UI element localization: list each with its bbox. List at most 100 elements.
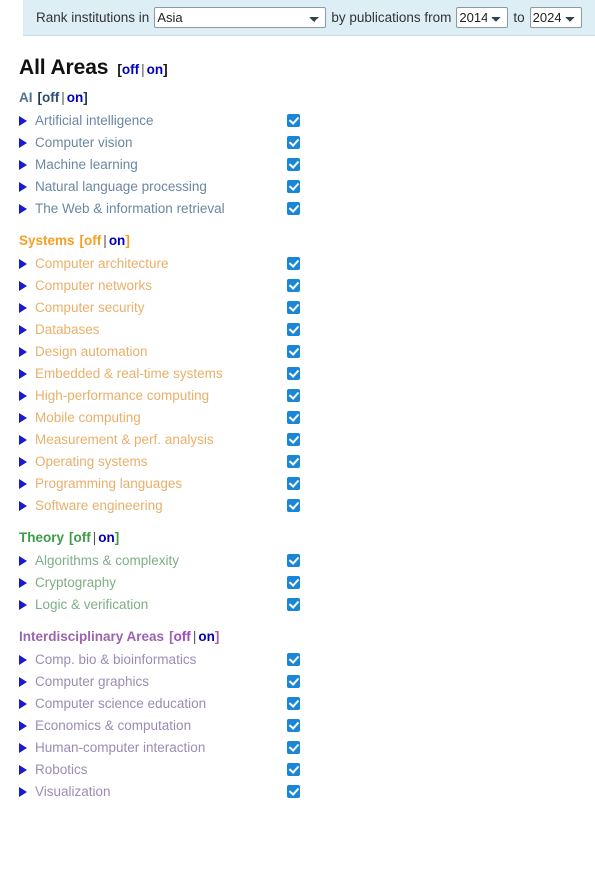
expand-triangle-icon[interactable] [19, 578, 27, 588]
to-year-select[interactable]: 2014201520162017201820192020202120222023… [529, 7, 582, 28]
area-label[interactable]: Computer graphics [35, 671, 149, 693]
all-areas-on-link[interactable]: on [147, 62, 164, 77]
expand-triangle-icon[interactable] [19, 116, 27, 126]
area-checkbox[interactable] [287, 455, 300, 468]
area-label[interactable]: Visualization [35, 781, 111, 803]
group-off-link[interactable]: off [42, 90, 59, 105]
area-row[interactable]: Computer vision [0, 132, 595, 154]
expand-triangle-icon[interactable] [19, 160, 27, 170]
area-label[interactable]: Measurement & perf. analysis [35, 429, 214, 451]
expand-triangle-icon[interactable] [19, 600, 27, 610]
area-row[interactable]: Computer graphics [0, 671, 595, 693]
area-row[interactable]: The Web & information retrieval [0, 198, 595, 220]
area-checkbox[interactable] [287, 785, 300, 798]
area-row[interactable]: Machine learning [0, 154, 595, 176]
area-checkbox[interactable] [287, 741, 300, 754]
expand-triangle-icon[interactable] [19, 259, 27, 269]
area-label[interactable]: Comp. bio & bioinformatics [35, 649, 196, 671]
expand-triangle-icon[interactable] [19, 556, 27, 566]
area-checkbox[interactable] [287, 301, 300, 314]
area-label[interactable]: Embedded & real-time systems [35, 363, 223, 385]
area-row[interactable]: Cryptography [0, 572, 595, 594]
area-checkbox[interactable] [287, 576, 300, 589]
area-row[interactable]: Computer security [0, 297, 595, 319]
expand-triangle-icon[interactable] [19, 369, 27, 379]
area-checkbox[interactable] [287, 675, 300, 688]
expand-triangle-icon[interactable] [19, 413, 27, 423]
area-label[interactable]: Cryptography [35, 572, 116, 594]
area-row[interactable]: Computer science education [0, 693, 595, 715]
expand-triangle-icon[interactable] [19, 699, 27, 709]
area-checkbox[interactable] [287, 158, 300, 171]
expand-triangle-icon[interactable] [19, 787, 27, 797]
area-label[interactable]: Machine learning [35, 154, 138, 176]
area-label[interactable]: Algorithms & complexity [35, 550, 179, 572]
area-label[interactable]: Design automation [35, 341, 148, 363]
all-areas-off-link[interactable]: off [122, 62, 139, 77]
area-label[interactable]: Computer science education [35, 693, 206, 715]
area-checkbox[interactable] [287, 389, 300, 402]
area-label[interactable]: Operating systems [35, 451, 148, 473]
area-row[interactable]: Operating systems [0, 451, 595, 473]
area-checkbox[interactable] [287, 433, 300, 446]
area-label[interactable]: Logic & verification [35, 594, 148, 616]
area-checkbox[interactable] [287, 554, 300, 567]
area-row[interactable]: Measurement & perf. analysis [0, 429, 595, 451]
group-off-link[interactable]: off [74, 530, 91, 545]
area-checkbox[interactable] [287, 367, 300, 380]
expand-triangle-icon[interactable] [19, 655, 27, 665]
expand-triangle-icon[interactable] [19, 743, 27, 753]
area-row[interactable]: Comp. bio & bioinformatics [0, 649, 595, 671]
area-label[interactable]: Programming languages [35, 473, 182, 495]
region-select[interactable]: the worldUSACanadaEuropeAsiaAustralasiaA… [154, 7, 327, 28]
area-row[interactable]: High-performance computing [0, 385, 595, 407]
area-label[interactable]: Robotics [35, 759, 88, 781]
expand-triangle-icon[interactable] [19, 204, 27, 214]
area-checkbox[interactable] [287, 345, 300, 358]
area-checkbox[interactable] [287, 136, 300, 149]
area-checkbox[interactable] [287, 279, 300, 292]
area-checkbox[interactable] [287, 411, 300, 424]
group-on-link[interactable]: on [67, 90, 84, 105]
area-label[interactable]: Databases [35, 319, 100, 341]
expand-triangle-icon[interactable] [19, 138, 27, 148]
area-checkbox[interactable] [287, 598, 300, 611]
area-checkbox[interactable] [287, 499, 300, 512]
group-on-link[interactable]: on [109, 233, 126, 248]
area-row[interactable]: Artificial intelligence [0, 110, 595, 132]
area-checkbox[interactable] [287, 202, 300, 215]
expand-triangle-icon[interactable] [19, 501, 27, 511]
area-label[interactable]: The Web & information retrieval [35, 198, 225, 220]
area-checkbox[interactable] [287, 763, 300, 776]
area-label[interactable]: Natural language processing [35, 176, 207, 198]
group-off-link[interactable]: off [174, 629, 191, 644]
expand-triangle-icon[interactable] [19, 721, 27, 731]
area-row[interactable]: Computer networks [0, 275, 595, 297]
area-row[interactable]: Algorithms & complexity [0, 550, 595, 572]
area-row[interactable]: Mobile computing [0, 407, 595, 429]
area-row[interactable]: Economics & computation [0, 715, 595, 737]
expand-triangle-icon[interactable] [19, 281, 27, 291]
area-label[interactable]: Mobile computing [35, 407, 141, 429]
area-checkbox[interactable] [287, 257, 300, 270]
from-year-select[interactable]: 2014201520162017201820192020202120222023… [456, 7, 509, 28]
area-checkbox[interactable] [287, 114, 300, 127]
area-row[interactable]: Design automation [0, 341, 595, 363]
area-label[interactable]: Software engineering [35, 495, 163, 517]
area-checkbox[interactable] [287, 697, 300, 710]
expand-triangle-icon[interactable] [19, 677, 27, 687]
expand-triangle-icon[interactable] [19, 479, 27, 489]
area-row[interactable]: Computer architecture [0, 253, 595, 275]
area-row[interactable]: Robotics [0, 759, 595, 781]
area-row[interactable]: Human-computer interaction [0, 737, 595, 759]
area-label[interactable]: Computer security [35, 297, 145, 319]
area-label[interactable]: Computer networks [35, 275, 152, 297]
area-checkbox[interactable] [287, 653, 300, 666]
group-on-link[interactable]: on [98, 530, 115, 545]
area-row[interactable]: Software engineering [0, 495, 595, 517]
area-label[interactable]: Artificial intelligence [35, 110, 154, 132]
area-label[interactable]: Human-computer interaction [35, 737, 205, 759]
expand-triangle-icon[interactable] [19, 182, 27, 192]
area-row[interactable]: Programming languages [0, 473, 595, 495]
area-row[interactable]: Visualization [0, 781, 595, 803]
